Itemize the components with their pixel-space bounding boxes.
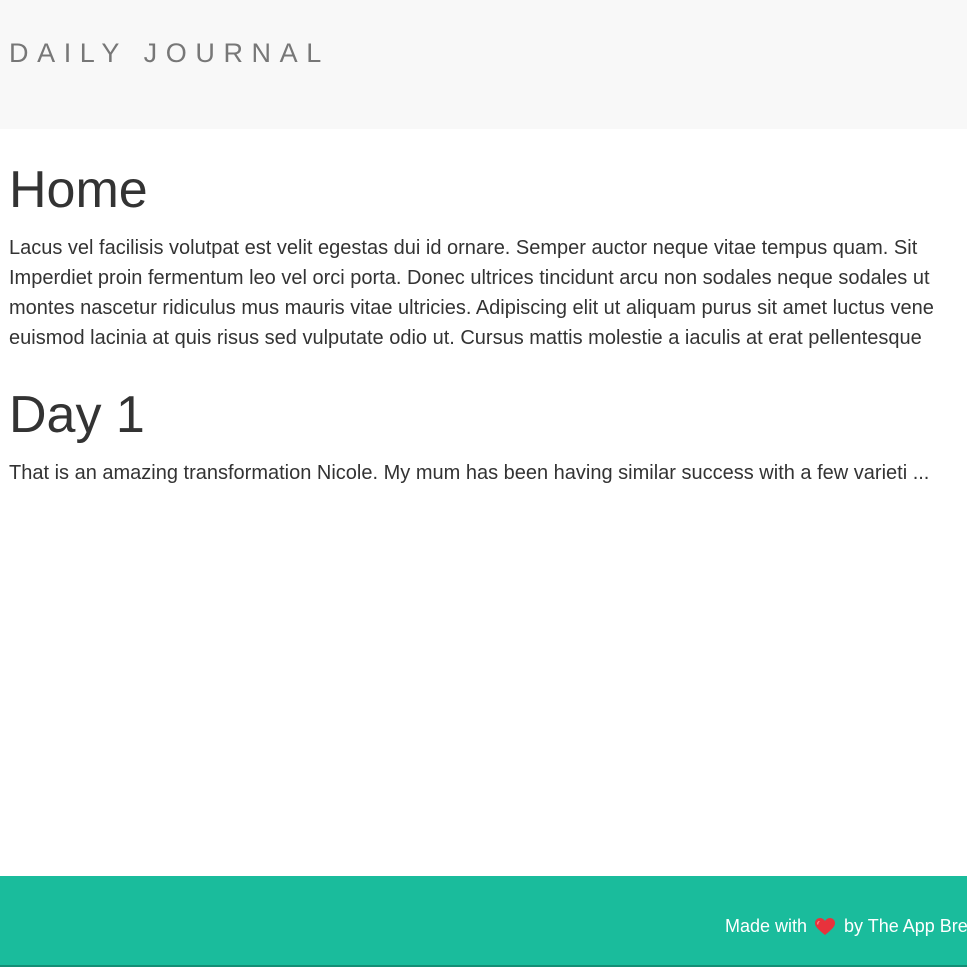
- home-text-line: euismod lacinia at quis risus sed vulput…: [9, 327, 922, 349]
- author-credit[interactable]: by The App Bre: [844, 916, 967, 937]
- page-title: Home: [9, 161, 148, 219]
- home-text-line: Lacus vel facilisis volutpat est velit e…: [9, 237, 918, 259]
- post-excerpt-text: That is an amazing transformation Nicole…: [9, 462, 930, 484]
- home-intro-text: Lacus vel facilisis volutpat est velit e…: [9, 233, 934, 353]
- site-footer: Made with by The App Bre: [0, 876, 967, 967]
- heart-icon: [815, 917, 836, 936]
- home-text-line: montes nascetur ridiculus mus mauris vit…: [9, 297, 934, 319]
- post-excerpt-day-1: That is an amazing transformation Nicole…: [9, 458, 929, 488]
- home-text-line: Imperdiet proin fermentum leo vel orci p…: [9, 267, 930, 289]
- post-title-day-1: Day 1: [9, 386, 145, 444]
- made-with-label: Made with: [725, 916, 808, 936]
- footer-credit: Made with by The App Bre: [725, 916, 967, 937]
- site-brand[interactable]: DAILY JOURNAL: [9, 38, 330, 69]
- site-header: DAILY JOURNAL: [0, 0, 967, 129]
